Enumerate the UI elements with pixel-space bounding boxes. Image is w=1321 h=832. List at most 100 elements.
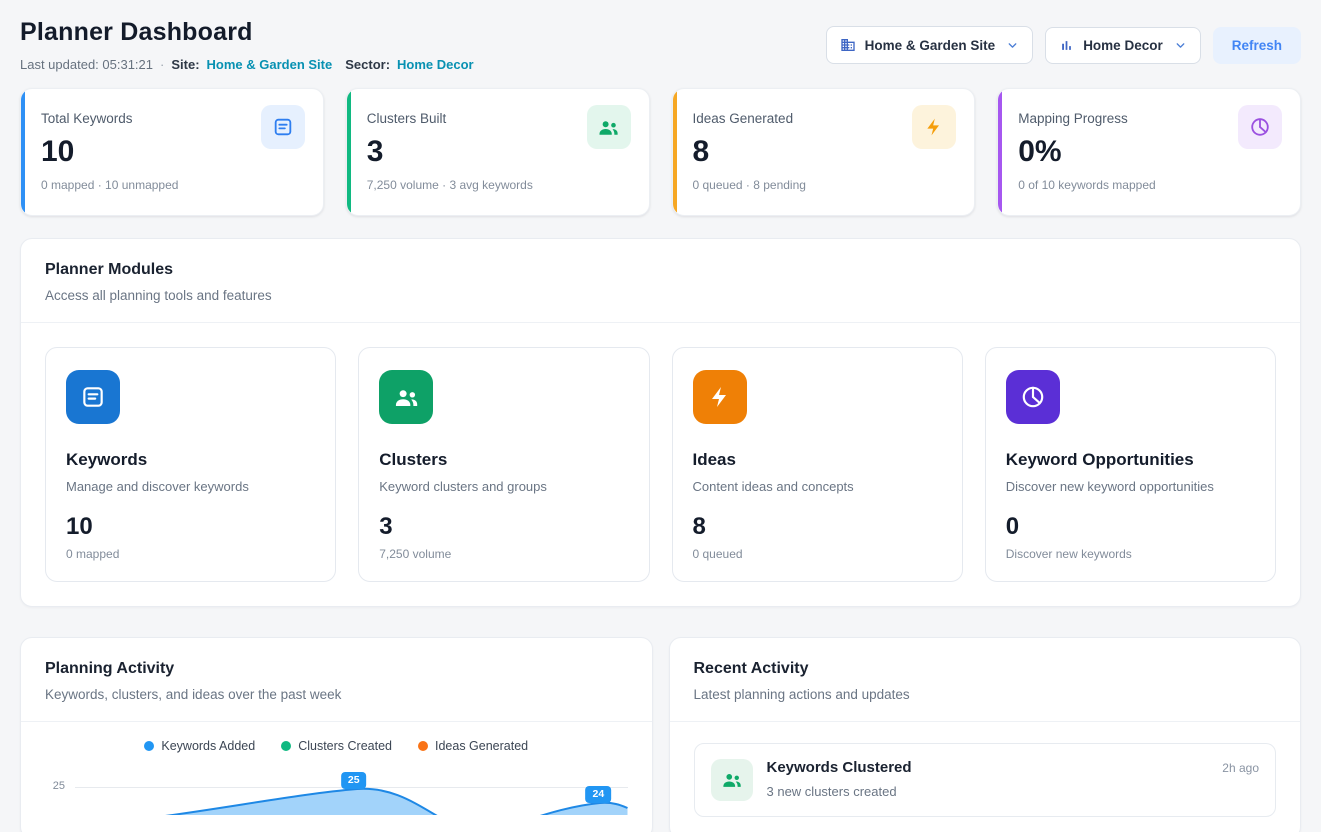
- sector-selector-value: Home Decor: [1083, 38, 1163, 53]
- section-subtitle: Keywords, clusters, and ideas over the p…: [45, 687, 628, 702]
- building-icon: [840, 37, 856, 53]
- legend-dot-orange: [418, 741, 428, 751]
- legend-dot-blue: [144, 741, 154, 751]
- stat-label: Total Keywords: [41, 111, 178, 126]
- section-title: Planning Activity: [45, 660, 628, 678]
- planner-modules-header: Planner Modules Access all planning tool…: [21, 239, 1300, 323]
- chevron-down-icon: [1006, 39, 1019, 52]
- stat-detail: 0 of 10 keywords mapped: [1018, 178, 1155, 192]
- sector-label: Sector:: [345, 57, 390, 72]
- module-description: Discover new keyword opportunities: [1006, 479, 1255, 494]
- site-link[interactable]: Home & Garden Site: [207, 57, 333, 72]
- legend-item-clusters-created: Clusters Created: [281, 739, 392, 753]
- legend-item-ideas-generated: Ideas Generated: [418, 739, 528, 753]
- stat-detail: 0 mapped · 10 unmapped: [41, 178, 178, 192]
- document-icon: [66, 370, 120, 424]
- stat-card-text: Total Keywords 10 0 mapped · 10 unmapped: [41, 105, 178, 192]
- bar-chart-icon: [1059, 38, 1074, 53]
- module-value: 8: [693, 513, 942, 541]
- users-icon: [379, 370, 433, 424]
- sector-link[interactable]: Home Decor: [397, 57, 474, 72]
- chevron-down-icon: [1174, 39, 1187, 52]
- stat-label: Ideas Generated: [693, 111, 806, 126]
- chart-legend: Keywords Added Clusters Created Ideas Ge…: [21, 722, 652, 761]
- module-detail: 0 queued: [693, 547, 942, 561]
- legend-dot-green: [281, 741, 291, 751]
- planner-modules-panel: Planner Modules Access all planning tool…: [20, 238, 1301, 607]
- bolt-icon: [912, 105, 956, 149]
- data-point-label: 25: [341, 772, 367, 789]
- bottom-row: Planning Activity Keywords, clusters, an…: [20, 637, 1301, 832]
- module-description: Manage and discover keywords: [66, 479, 315, 494]
- document-icon: [261, 105, 305, 149]
- module-detail: 7,250 volume: [379, 547, 628, 561]
- stat-value: 10: [41, 135, 178, 169]
- pie-chart-icon: [1238, 105, 1282, 149]
- recent-activity-panel: Recent Activity Latest planning actions …: [669, 637, 1302, 832]
- stat-value: 3: [367, 135, 533, 169]
- modules-grid: Keywords Manage and discover keywords 10…: [21, 323, 1300, 606]
- bolt-icon: [693, 370, 747, 424]
- legend-label: Keywords Added: [161, 739, 255, 753]
- page-title: Planner Dashboard: [20, 18, 474, 47]
- section-subtitle: Access all planning tools and features: [45, 288, 1276, 303]
- module-detail: Discover new keywords: [1006, 547, 1255, 561]
- module-title: Keywords: [66, 450, 315, 470]
- site-selector-value: Home & Garden Site: [865, 38, 996, 53]
- activity-item-timestamp: 2h ago: [1222, 759, 1259, 775]
- module-description: Content ideas and concepts: [693, 479, 942, 494]
- activity-line-chart: 25 25 24: [45, 763, 628, 815]
- stat-card-clusters-built: Clusters Built 3 7,250 volume · 3 avg ke…: [346, 88, 650, 216]
- section-title: Recent Activity: [694, 660, 1277, 678]
- module-card-keywords[interactable]: Keywords Manage and discover keywords 10…: [45, 347, 336, 582]
- pie-chart-icon: [1006, 370, 1060, 424]
- module-description: Keyword clusters and groups: [379, 479, 628, 494]
- data-point-label: 24: [586, 786, 612, 803]
- module-title: Ideas: [693, 450, 942, 470]
- planning-activity-panel: Planning Activity Keywords, clusters, an…: [20, 637, 653, 832]
- last-updated-text: Last updated: 05:31:21: [20, 57, 153, 72]
- stat-card-text: Ideas Generated 8 0 queued · 8 pending: [693, 105, 806, 192]
- planner-dashboard-page: Planner Dashboard Last updated: 05:31:21…: [0, 0, 1321, 832]
- planning-activity-header: Planning Activity Keywords, clusters, an…: [21, 638, 652, 722]
- module-value: 3: [379, 513, 628, 541]
- module-card-ideas[interactable]: Ideas Content ideas and concepts 8 0 que…: [672, 347, 963, 582]
- header-meta: Last updated: 05:31:21 · Site: Home & Ga…: [20, 57, 474, 72]
- activity-item-description: 3 new clusters created: [767, 784, 912, 799]
- stat-detail: 0 queued · 8 pending: [693, 178, 806, 192]
- stat-card-mapping-progress: Mapping Progress 0% 0 of 10 keywords map…: [997, 88, 1301, 216]
- site-selector-dropdown[interactable]: Home & Garden Site: [826, 26, 1034, 64]
- sector-selector-dropdown[interactable]: Home Decor: [1045, 27, 1201, 64]
- refresh-button[interactable]: Refresh: [1213, 27, 1301, 64]
- users-icon: [711, 759, 753, 801]
- meta-separator: ·: [160, 57, 164, 72]
- section-title: Planner Modules: [45, 261, 1276, 279]
- header-left: Planner Dashboard Last updated: 05:31:21…: [20, 18, 474, 72]
- activity-item-keywords-clustered: Keywords Clustered 3 new clusters create…: [694, 743, 1277, 817]
- legend-label: Clusters Created: [298, 739, 392, 753]
- activity-item-title: Keywords Clustered: [767, 759, 912, 776]
- users-icon: [587, 105, 631, 149]
- stat-label: Mapping Progress: [1018, 111, 1155, 126]
- module-title: Clusters: [379, 450, 628, 470]
- page-header: Planner Dashboard Last updated: 05:31:21…: [20, 18, 1301, 72]
- stat-detail: 7,250 volume · 3 avg keywords: [367, 178, 533, 192]
- module-value: 10: [66, 513, 315, 541]
- module-detail: 0 mapped: [66, 547, 315, 561]
- legend-item-keywords-added: Keywords Added: [144, 739, 255, 753]
- module-value: 0: [1006, 513, 1255, 541]
- stat-label: Clusters Built: [367, 111, 533, 126]
- stat-card-text: Mapping Progress 0% 0 of 10 keywords map…: [1018, 105, 1155, 192]
- site-label: Site:: [171, 57, 199, 72]
- module-card-keyword-opportunities[interactable]: Keyword Opportunities Discover new keywo…: [985, 347, 1276, 582]
- stat-value: 8: [693, 135, 806, 169]
- stat-value: 0%: [1018, 135, 1155, 169]
- recent-activity-header: Recent Activity Latest planning actions …: [670, 638, 1301, 722]
- stat-card-total-keywords: Total Keywords 10 0 mapped · 10 unmapped: [20, 88, 324, 216]
- activity-item-text: Keywords Clustered 3 new clusters create…: [767, 759, 912, 799]
- module-card-clusters[interactable]: Clusters Keyword clusters and groups 3 7…: [358, 347, 649, 582]
- activity-list: Keywords Clustered 3 new clusters create…: [670, 722, 1301, 832]
- stat-card-ideas-generated: Ideas Generated 8 0 queued · 8 pending: [672, 88, 976, 216]
- stat-cards-row: Total Keywords 10 0 mapped · 10 unmapped…: [20, 88, 1301, 216]
- keywords-added-series: [75, 763, 628, 815]
